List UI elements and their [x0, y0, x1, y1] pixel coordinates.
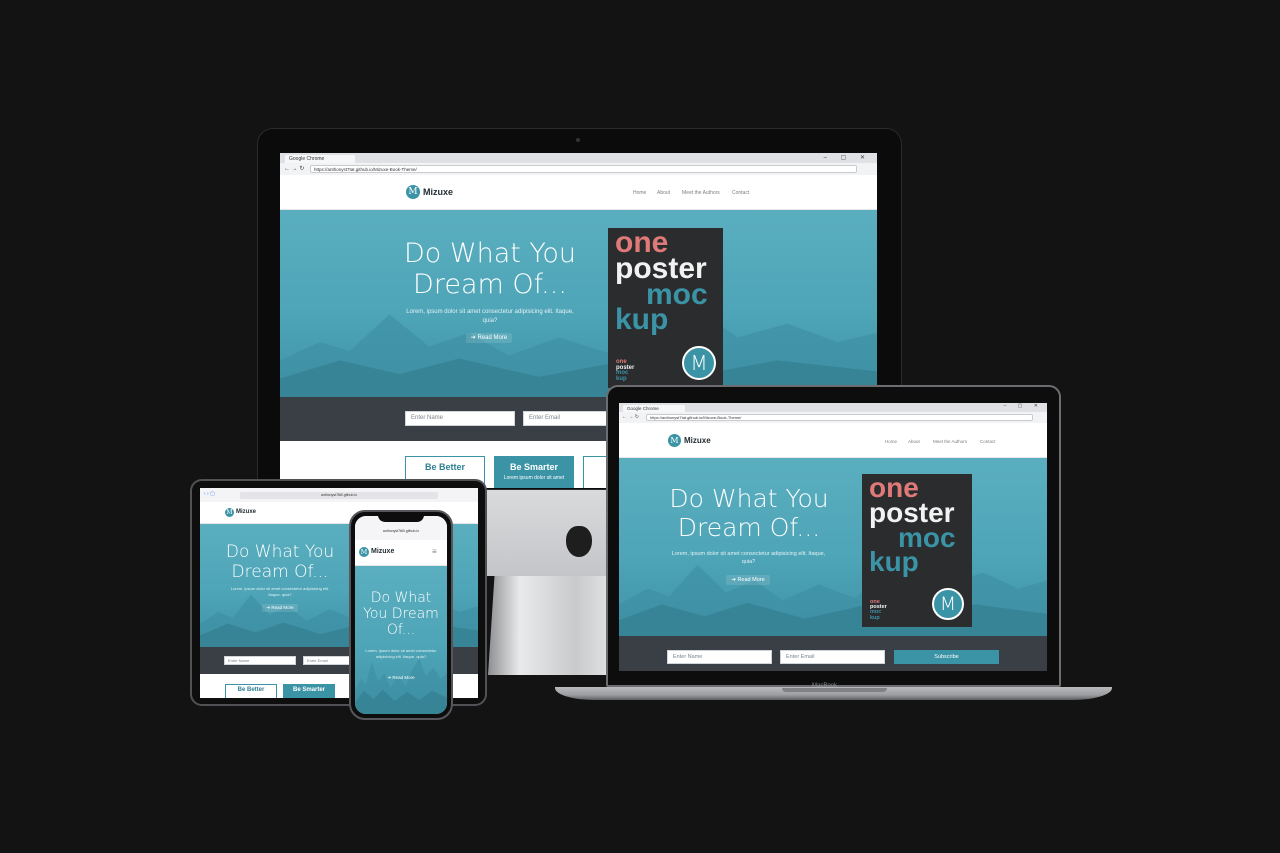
logo-icon[interactable]: M: [668, 434, 681, 447]
hero-text: Lorem, ipsum dolor sit amet consectetur …: [230, 586, 330, 597]
brand-name[interactable]: Mizuxe: [423, 187, 453, 197]
brand-name[interactable]: Mizuxe: [236, 509, 256, 515]
nav-contact[interactable]: Contact: [980, 439, 996, 444]
poster-line-kup: kup: [615, 303, 669, 336]
name-input[interactable]: Enter Name: [224, 656, 296, 665]
poster-mockup: one poster moc kup one poster moc kup M: [862, 474, 972, 627]
nav-about[interactable]: About: [657, 190, 670, 196]
name-input[interactable]: Enter Name: [405, 411, 515, 426]
nav-arrows-icon[interactable]: ← → ↻: [284, 165, 304, 172]
nav-about[interactable]: About: [908, 439, 920, 444]
window-controls[interactable]: – ▢ ✕: [824, 154, 871, 161]
hero-section: Do What You Dream Of... Lorem, ipsum dolor…: [355, 566, 447, 714]
hero-title: Do What You Dream Of...: [363, 590, 439, 639]
browser-tabstrip: Google Chrome – ▢ ✕: [280, 153, 877, 163]
nav-meet-authors[interactable]: Meet the Authors: [682, 190, 720, 196]
hero-title: Do What You Dream Of...: [669, 484, 829, 542]
hero-section: Do What You Dream Of... Lorem, ipsum dolo…: [280, 210, 877, 397]
hero-title: Do What You Dream Of...: [225, 542, 335, 582]
read-more-button[interactable]: ➔ Read More: [262, 604, 298, 612]
nav-arrows-icon[interactable]: ← → ↻: [622, 414, 639, 420]
browser-tabstrip: Google Chrome – ▢ ✕: [619, 403, 1047, 412]
brand-name[interactable]: Mizuxe: [371, 548, 394, 555]
macbook-screen: Google Chrome – ▢ ✕ ← → ↻ https://anthon…: [619, 403, 1047, 671]
card-be-smarter[interactable]: Be Smarter: [283, 684, 335, 698]
browser-tab[interactable]: Google Chrome: [285, 155, 355, 163]
logo-icon[interactable]: M: [406, 185, 420, 199]
poster-mini-logo: one poster moc kup: [870, 599, 887, 621]
browser-toolbar: ← → ↻ https://anthonyst7tat.github.io/Mi…: [280, 163, 877, 175]
nav-contact[interactable]: Contact: [732, 190, 749, 196]
site-navbar: M Mizuxe Home About Meet the Authors Con…: [280, 175, 877, 210]
hamburger-menu-icon[interactable]: ≡: [432, 547, 437, 556]
hero-text: Lorem, ipsum dolor sit amet consectetur …: [671, 551, 826, 565]
poster-mockup: one poster moc kup one poster moc kup M: [608, 228, 723, 388]
window-controls[interactable]: – ▢ ✕: [1004, 403, 1043, 409]
poster-badge-icon: M: [932, 588, 964, 620]
email-input[interactable]: Enter Email: [780, 650, 885, 664]
hero-text: Lorem, ipsum dolor sit amet consectetur …: [365, 648, 437, 659]
read-more-button[interactable]: ➔ Read More: [466, 333, 512, 343]
card-be-smarter[interactable]: Be Smarter Lorem ipsum dolor sit amet: [494, 456, 574, 488]
site-navbar: M Mizuxe Home About Meet the Authors Con…: [619, 423, 1047, 458]
hero-title: Do What You Dream Of...: [404, 238, 576, 301]
address-bar[interactable]: anthonyst7t60.github.io: [369, 528, 433, 535]
poster-badge-icon: M: [682, 346, 716, 380]
card-body-text: Lorem ipsum dolor sit amet: [503, 475, 565, 481]
address-bar[interactable]: https://anthonyst7tat.github.io/Mizuxe-B…: [310, 165, 857, 173]
brand-name[interactable]: Mizuxe: [684, 436, 711, 445]
browser-toolbar: ← → ↻ https://anthonyst7tat.github.io/Mi…: [619, 412, 1047, 423]
iphone-notch: [378, 515, 424, 522]
safari-toolbar: ‹ › ▢ anthonyst7t60.github.io: [200, 488, 478, 502]
nav-home[interactable]: Home: [633, 190, 646, 196]
read-more-button[interactable]: ➔ Read More: [383, 674, 419, 682]
subscribe-button[interactable]: Subscribe: [894, 650, 999, 664]
nav-home[interactable]: Home: [885, 439, 897, 444]
mountain-backdrop: [280, 309, 877, 397]
subscribe-band: Enter Name Enter Email Subscribe: [619, 636, 1047, 671]
site-navbar: M Mizuxe ≡: [355, 540, 447, 566]
device-mockup-scene: Google Chrome – ▢ ✕ ← → ↻ https://anthon…: [0, 0, 1280, 853]
browser-tab[interactable]: Google Chrome: [623, 405, 685, 412]
poster-line-kup: kup: [869, 546, 919, 577]
address-bar[interactable]: https://anthonyst7tat.github.io/Mizuxe-B…: [646, 414, 1033, 421]
iphone-screen: anthonyst7t60.github.io M Mizuxe ≡ Do Wh…: [355, 516, 447, 714]
camera-icon: [576, 138, 580, 142]
poster-mini-logo: one poster moc kup: [616, 359, 635, 383]
logo-icon[interactable]: M: [359, 547, 369, 557]
hero-text: Lorem, ipsum dolor sit amet consectetur …: [406, 309, 574, 324]
logo-icon[interactable]: M: [225, 508, 234, 517]
name-input[interactable]: Enter Name: [667, 650, 772, 664]
nav-meet-authors[interactable]: Meet the Authors: [933, 439, 967, 444]
macbook-label: MacBook: [812, 683, 838, 689]
apple-logo-icon: [566, 526, 592, 557]
card-be-better[interactable]: Be Better: [225, 684, 277, 698]
hero-section: Do What You Dream Of... Lorem, ipsum dolo…: [619, 458, 1047, 636]
address-bar[interactable]: anthonyst7t60.github.io: [240, 492, 438, 499]
nav-arrows-icon[interactable]: ‹ › ▢: [204, 491, 215, 497]
read-more-button[interactable]: ➔ Read More: [726, 575, 770, 585]
